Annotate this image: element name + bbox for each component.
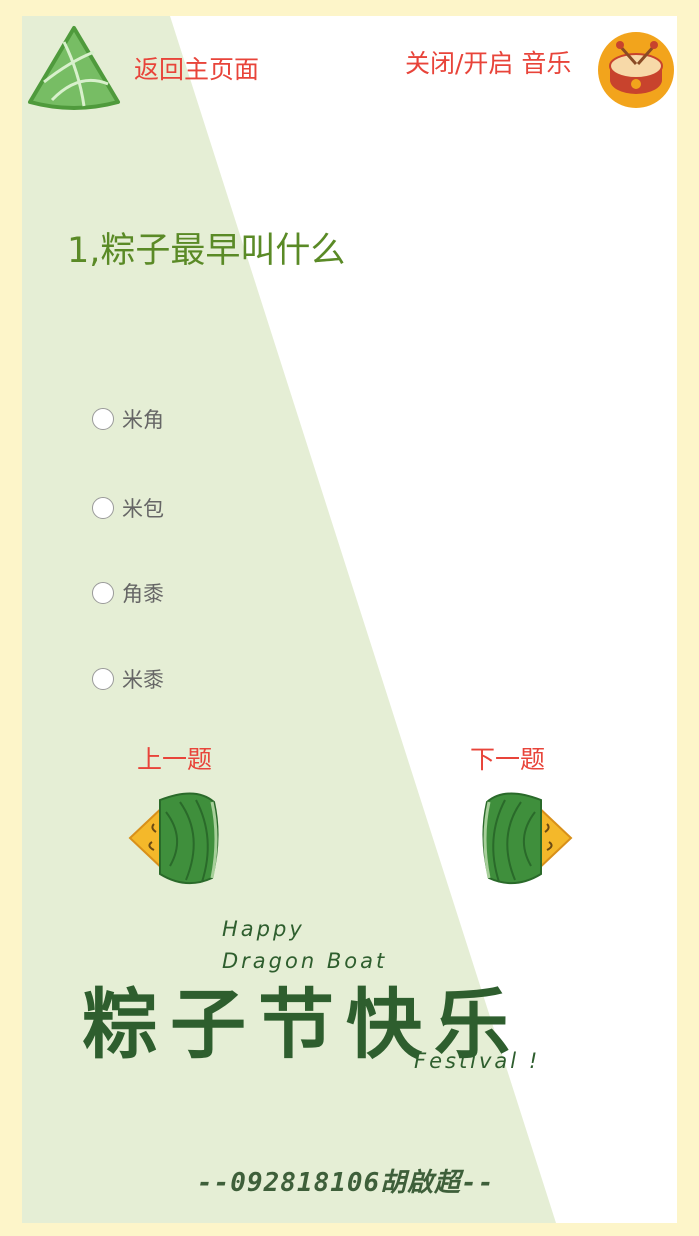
next-question-label[interactable]: 下一题 [470,740,545,776]
prev-zongzi-button[interactable] [126,788,222,888]
option-2[interactable]: 米包 [92,493,164,523]
next-zongzi-button[interactable] [479,788,575,888]
option-3[interactable]: 角黍 [92,578,164,608]
festival-banner: Happy Dragon Boat 粽子节快乐 Festival ! [82,911,622,1101]
zongzi-home-icon[interactable] [24,22,124,112]
banner-happy: Happy [222,917,305,941]
option-label: 米角 [122,408,164,432]
option-label: 米包 [122,497,164,521]
prev-question-label[interactable]: 上一题 [137,740,212,776]
option-1[interactable]: 米角 [92,404,164,434]
radio-button[interactable] [92,497,114,519]
radio-button[interactable] [92,668,114,690]
banner-festival: Festival ! [414,1049,541,1073]
author-credit: --092818106胡啟超-- [197,1168,495,1198]
radio-button[interactable] [92,408,114,430]
drum-music-icon[interactable] [596,28,676,108]
quiz-card: 返回主页面 关闭/开启 音乐 1,粽子最早叫什么 米角 米包 角黍 米黍 上一题… [22,16,677,1223]
option-4[interactable]: 米黍 [92,664,164,694]
option-label: 米黍 [122,668,164,692]
radio-button[interactable] [92,582,114,604]
option-label: 角黍 [122,582,164,606]
music-toggle-label[interactable]: 关闭/开启 音乐 [405,44,571,80]
question-title: 1,粽子最早叫什么 [67,231,346,271]
home-link[interactable]: 返回主页面 [134,50,259,86]
